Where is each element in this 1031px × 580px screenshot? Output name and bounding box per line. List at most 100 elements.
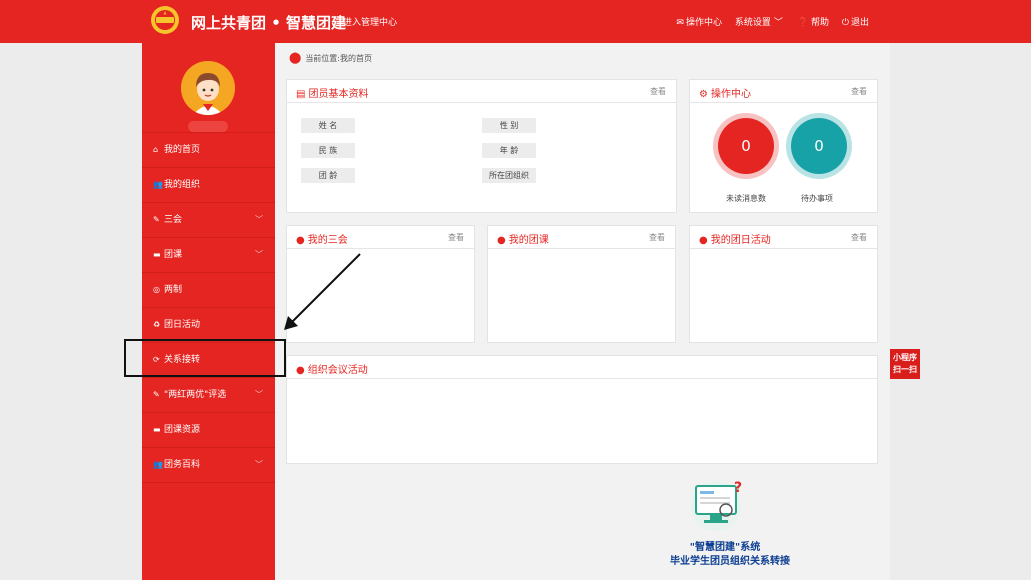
ops-center-label: 操作中心 — [685, 18, 722, 28]
sanhui-title: 我的三会 — [307, 235, 348, 246]
card-title: ▤ 团员基本资料 — [296, 85, 368, 100]
field-league-age-label: 团 龄 — [301, 168, 355, 183]
sidebar: ⌂ 我的首页 👥我的组织 ✎ 三会 ﹀ ▬ 团课 ﹀ ◎ 两制 ♻ 团日活动 ⟳ 关系接转 ✎ "… — [142, 43, 275, 580]
chevron-down-icon: ﹀ — [255, 215, 263, 224]
field-age-label: 年 龄 — [482, 143, 536, 158]
promo-title[interactable]: "智慧团建"系统 — [650, 538, 800, 553]
field-name-label: 姓 名 — [301, 118, 355, 133]
edit-icon: ✎ — [153, 390, 160, 399]
pen-icon: ● — [497, 235, 506, 246]
sidebar-item-label: 三会 — [164, 215, 183, 225]
view-more-link[interactable]: 查看 — [448, 232, 464, 243]
ops-center-card: ⚙ 操作中心 查看 0 0 未读消息数 待办事项 — [689, 79, 878, 213]
sidebar-item-liangzhi[interactable]: ◎ 两制 — [142, 272, 275, 307]
brand-title[interactable]: 网上共青团 • 智慧团建 — [191, 12, 346, 33]
top-nav: ✉ 操作中心 系统设置 ﹀ ❓ 帮助 ⏻ 退出 — [666, 15, 869, 28]
unread-label: 未读消息数 — [726, 194, 766, 203]
sidebar-item-label: 我的首页 — [164, 145, 201, 155]
card-header: ● 我的团课 查看 — [488, 226, 675, 249]
folder-icon: ▬ — [153, 425, 161, 434]
ops-center-link[interactable]: ✉ 操作中心 — [676, 18, 724, 28]
annotation-highlight-box — [124, 339, 286, 377]
main-content: ⬤ 当前位置:我的首页 ▤ 团员基本资料 查看 姓 名 性 别 民 族 年 龄 团 … — [275, 43, 890, 580]
card-title: ● 我的团课 — [497, 231, 549, 246]
sidebar-item-tuanke[interactable]: ▬ 团课 ﹀ — [142, 237, 275, 272]
settings-label: 系统设置 — [734, 18, 771, 28]
logout-link[interactable]: ⏻ 退出 — [842, 18, 869, 28]
ops-center-title: 操作中心 — [710, 89, 751, 100]
recycle-icon: ♻ — [153, 320, 161, 329]
card-header: ⚙ 操作中心 查看 — [690, 80, 877, 103]
mini-program-line2: 扫一扫 — [893, 365, 917, 374]
tuanke-card: ● 我的团课 查看 — [487, 225, 676, 343]
view-more-link[interactable]: 查看 — [650, 86, 666, 97]
breadcrumb-text: 当前位置:我的首页 — [305, 54, 373, 63]
top-header: 网上共青团 • 智慧团建 进入管理中心 ✉ 操作中心 系统设置 ﹀ ❓ 帮助 ⏻ 退出 — [0, 0, 1031, 43]
folder-icon: ▬ — [153, 250, 161, 259]
id-card-icon: ▤ — [296, 89, 306, 100]
sidebar-item-label: 团务百科 — [164, 460, 201, 470]
field-ethnicity-label: 民 族 — [301, 143, 355, 158]
sidebar-item-tuanri[interactable]: ♻ 团日活动 — [142, 307, 275, 342]
unread-messages-counter[interactable]: 0 — [718, 118, 774, 174]
location-pin-icon: ⬤ — [289, 51, 302, 64]
avatar[interactable] — [181, 61, 235, 115]
card-header: ● 我的团日活动 查看 — [690, 226, 877, 249]
gear-icon: ⚙ — [699, 89, 708, 100]
view-more-link[interactable]: 查看 — [851, 86, 867, 97]
card-header: ● 组织会议活动 — [287, 356, 877, 379]
book-icon: ● — [296, 235, 305, 246]
sidebar-item-label: 团课 — [164, 250, 183, 260]
sidebar-item-evaluation[interactable]: ✎ "两红两优"评选 ﹀ — [142, 377, 275, 412]
sidebar-item-label: 团课资源 — [164, 425, 201, 435]
sidebar-item-home[interactable]: ⌂ 我的首页 — [142, 132, 275, 167]
envelope-icon: ✉ — [676, 18, 684, 28]
chevron-down-icon: ﹀ — [255, 390, 263, 399]
sidebar-item-label: "两红两优"评选 — [164, 390, 227, 400]
edit-icon: ✎ — [153, 215, 160, 224]
promo-subtitle[interactable]: 毕业学生团员组织关系转接 — [630, 552, 830, 567]
chevron-down-icon: ﹀ — [255, 250, 263, 259]
youth-league-emblem-icon[interactable] — [150, 5, 180, 35]
mini-program-line1: 小程序 — [893, 353, 917, 362]
sidebar-item-label: 两制 — [164, 285, 183, 295]
mini-program-qr-tab[interactable]: 小程序 扫一扫 — [890, 349, 920, 379]
member-info-title: 团员基本资料 — [308, 89, 369, 100]
meeting-card: ● 组织会议活动 — [286, 355, 878, 464]
settings-dropdown[interactable]: 系统设置 ﹀ — [735, 18, 788, 28]
card-title: ● 我的三会 — [296, 231, 348, 246]
meeting-icon: ● — [296, 365, 305, 376]
sidebar-item-label: 我的组织 — [164, 180, 201, 190]
question-icon: ❓ — [797, 18, 809, 28]
card-header: ▤ 团员基本资料 查看 — [287, 80, 676, 103]
sidebar-item-my-org[interactable]: 👥我的组织 — [142, 167, 275, 202]
user-name-blurred — [188, 121, 228, 132]
view-more-link[interactable]: 查看 — [851, 232, 867, 243]
sidebar-item-course-resources[interactable]: ▬ 团课资源 — [142, 412, 275, 447]
sidebar-item-sanhui[interactable]: ✎ 三会 ﹀ — [142, 202, 275, 237]
power-icon: ⏻ — [841, 18, 849, 28]
annotation-arrow-icon — [280, 250, 365, 335]
sidebar-item-wiki[interactable]: 👥团务百科 ﹀ — [142, 447, 275, 483]
logout-label: 退出 — [850, 18, 869, 28]
unread-count: 0 — [741, 137, 751, 155]
todo-counter[interactable]: 0 — [791, 118, 847, 174]
breadcrumb: ⬤ 当前位置:我的首页 — [289, 51, 372, 64]
help-label: 帮助 — [810, 18, 829, 28]
todo-label: 待办事项 — [801, 194, 833, 203]
users-icon: 👥 — [153, 180, 163, 189]
help-link[interactable]: ❓ 帮助 — [798, 18, 832, 28]
card-title: ⚙ 操作中心 — [699, 85, 751, 100]
todo-count: 0 — [814, 137, 824, 155]
promo-illustration-icon[interactable]: ? — [688, 476, 748, 532]
meeting-title: 组织会议活动 — [307, 365, 368, 376]
tuanke-title: 我的团课 — [508, 235, 549, 246]
tuanri-card: ● 我的团日活动 查看 — [689, 225, 878, 343]
view-more-link[interactable]: 查看 — [649, 232, 665, 243]
admin-center-link[interactable]: 进入管理中心 — [343, 15, 397, 28]
card-title: ● 我的团日活动 — [699, 231, 771, 246]
flag-icon: ● — [699, 235, 708, 246]
target-icon: ◎ — [153, 285, 160, 294]
member-info-card: ▤ 团员基本资料 查看 姓 名 性 别 民 族 年 龄 团 龄 所在团组织 — [286, 79, 677, 213]
home-icon: ⌂ — [153, 145, 159, 154]
